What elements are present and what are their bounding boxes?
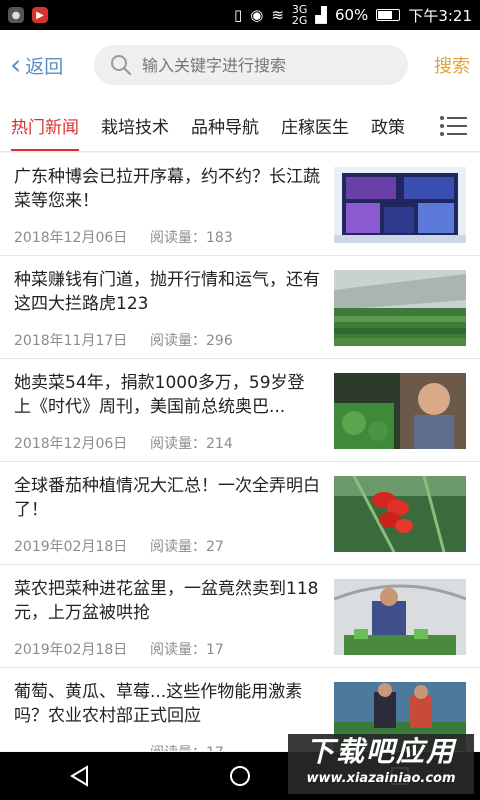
network-2g-label: 2G [291, 14, 308, 27]
news-date [14, 742, 150, 751]
tab-label: 政策 [371, 118, 405, 138]
tab-variety-guide[interactable]: 品种导航 [180, 100, 270, 151]
watermark-title: 下载吧应用 [305, 735, 456, 768]
news-thumbnail [334, 373, 466, 449]
tab-label: 品种导航 [191, 118, 259, 138]
news-read-count: 阅读量：17 [150, 742, 224, 751]
tab-crop-doctor[interactable]: 庄稼医生 [270, 100, 360, 151]
network-type-label: 3G 2G [292, 4, 308, 26]
tab-policy[interactable]: 政策 [360, 100, 416, 151]
header: ‹ 返回 搜索 [0, 30, 480, 100]
news-date: 2018年11月17日 [14, 333, 128, 349]
search-input[interactable] [142, 55, 382, 75]
news-read-count: 阅读量：17 [150, 642, 224, 658]
news-thumbnail [334, 167, 466, 243]
watermark-url: www.xiazainiao.com [306, 771, 456, 786]
menu-list-icon [440, 116, 467, 136]
wechat-icon: ● [8, 7, 24, 23]
vibrate-icon: ▯ [233, 6, 243, 24]
news-date: 2018年12月06日 [14, 230, 128, 246]
news-item[interactable]: 种菜赚钱有门道，抛开行情和运气，还有这四大拦路虎123 2018年11月17日 … [0, 256, 480, 359]
news-read-count: 阅读量：214 [150, 436, 233, 452]
news-date: 2018年12月06日 [14, 436, 128, 452]
battery-percent: 60% [334, 6, 369, 24]
news-title: 葡萄、黄瓜、草莓...这些作物能用激素吗？农业农村部正式回应 [14, 682, 303, 726]
news-thumbnail [334, 270, 466, 346]
tab-hot-news[interactable]: 热门新闻 [0, 100, 90, 151]
news-read-count: 阅读量：183 [150, 230, 233, 246]
news-date: 2019年02月18日 [14, 539, 128, 555]
search-box[interactable] [94, 45, 408, 85]
news-list: 广东种博会已拉开序幕，约不约？长江蔬菜等您来！ 2018年12月06日 阅读量：… [0, 153, 480, 751]
eye-icon: ◉ [250, 6, 264, 24]
news-read-count: 阅读量：296 [150, 333, 233, 349]
chevron-left-icon: ‹ [10, 48, 22, 81]
search-icon [111, 55, 132, 76]
status-bar: ● ▶ ▯ ◉ ≋ 3G 2G ▟ 60% 下午3:21 [0, 0, 480, 30]
news-title: 广东种博会已拉开序幕，约不约？长江蔬菜等您来！ [14, 167, 320, 211]
signal-icon: ▟ [315, 6, 327, 24]
news-title: 她卖菜54年，捐款1000多万，59岁登上《时代》周刊，美国前总统奥巴... [14, 373, 305, 417]
battery-icon [376, 9, 401, 21]
news-item[interactable]: 广东种博会已拉开序幕，约不约？长江蔬菜等您来！ 2018年12月06日 阅读量：… [0, 153, 480, 256]
news-title: 种菜赚钱有门道，抛开行情和运气，还有这四大拦路虎123 [14, 270, 320, 314]
tab-cultivation-tech[interactable]: 栽培技术 [90, 100, 180, 151]
news-thumbnail [334, 476, 466, 552]
news-item[interactable]: 全球番茄种植情况大汇总！一次全弄明白了！ 2019年02月18日 阅读量：27 [0, 462, 480, 565]
video-app-icon: ▶ [32, 7, 48, 23]
news-date: 2019年02月18日 [14, 642, 128, 658]
back-label: 返回 [25, 55, 64, 78]
nav-home-icon[interactable] [228, 764, 252, 788]
category-tabs: 热门新闻 栽培技术 品种导航 庄稼医生 政策 [0, 100, 480, 152]
tab-label: 热门新闻 [11, 118, 79, 138]
wifi-icon: ≋ [271, 6, 284, 24]
status-time: 下午3:21 [408, 6, 472, 25]
watermark: 下载吧应用 www.xiazainiao.com [288, 734, 474, 794]
news-title: 全球番茄种植情况大汇总！一次全弄明白了！ [14, 476, 320, 520]
news-read-count: 阅读量：27 [150, 539, 224, 555]
tabs-menu-button[interactable] [428, 100, 480, 151]
news-title: 菜农把菜种进花盆里，一盆竟然卖到118元，上万盆被哄抢 [14, 579, 319, 623]
news-item[interactable]: 菜农把菜种进花盆里，一盆竟然卖到118元，上万盆被哄抢 2019年02月18日 … [0, 565, 480, 668]
tab-label: 栽培技术 [101, 118, 169, 138]
news-thumbnail [334, 579, 466, 655]
news-item[interactable]: 她卖菜54年，捐款1000多万，59岁登上《时代》周刊，美国前总统奥巴... 2… [0, 359, 480, 462]
nav-back-icon[interactable] [69, 765, 91, 787]
back-button[interactable]: ‹ 返回 [10, 51, 90, 79]
search-button[interactable]: 搜索 [434, 52, 470, 78]
tab-label: 庄稼医生 [281, 118, 349, 138]
